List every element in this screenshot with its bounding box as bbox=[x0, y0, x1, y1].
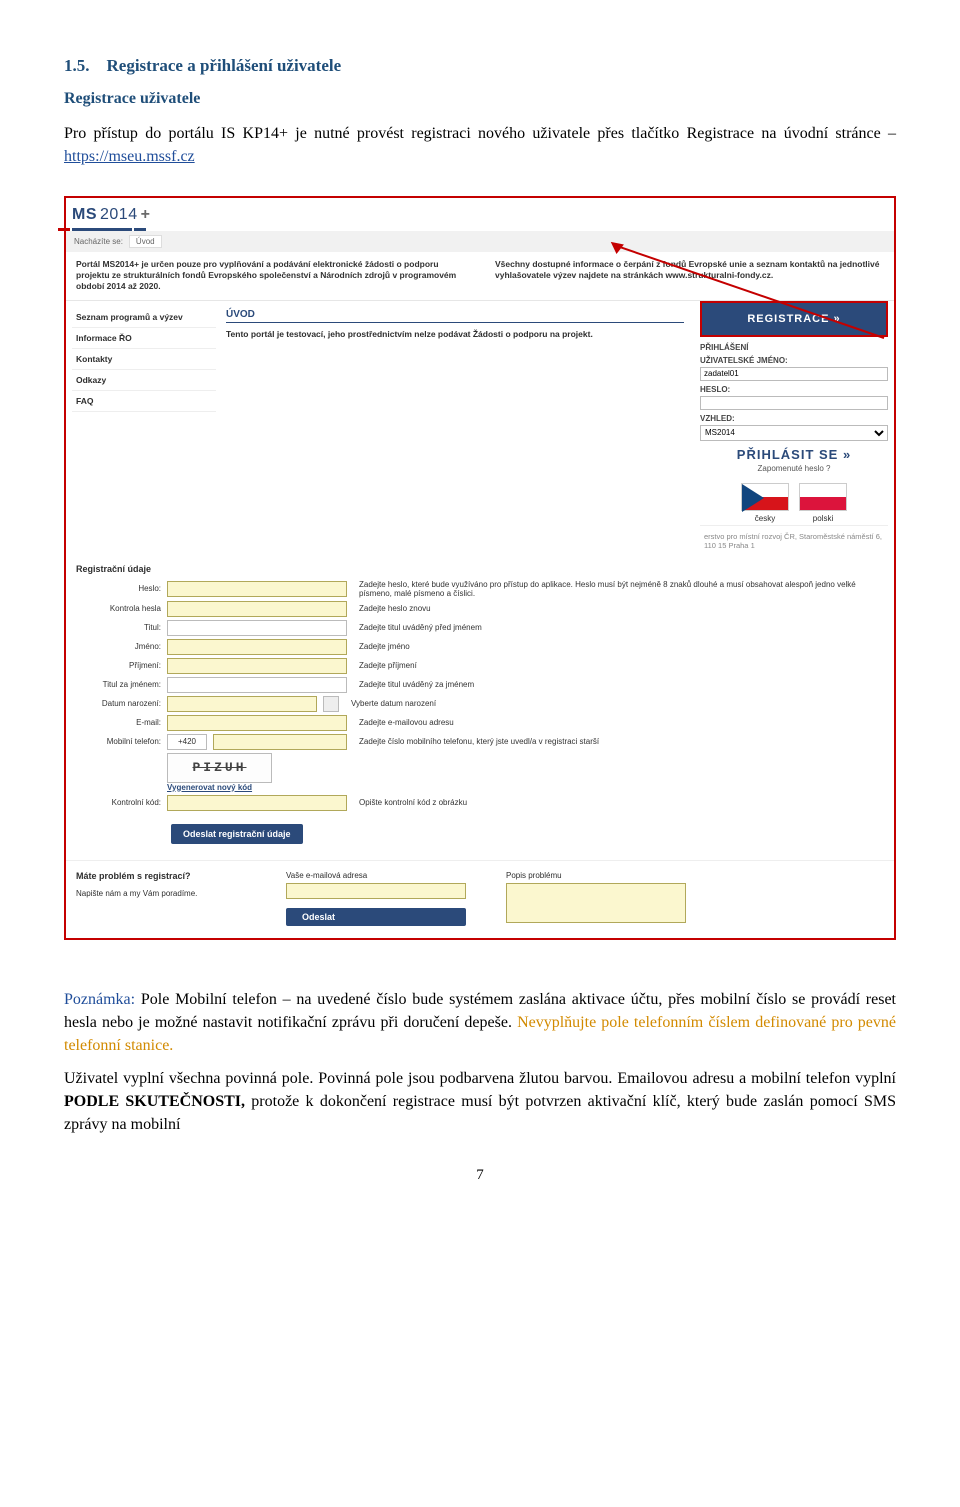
field-help: Zadejte titul uváděný za jménem bbox=[353, 680, 884, 689]
skin-label: VZHLED: bbox=[700, 414, 888, 423]
sidebar-item[interactable]: Kontakty bbox=[72, 349, 216, 370]
breadcrumb-value[interactable]: Úvod bbox=[129, 235, 162, 248]
title-after-field[interactable] bbox=[167, 677, 347, 693]
page-number: 7 bbox=[64, 1167, 896, 1184]
lang-polish-label: polski bbox=[813, 514, 833, 523]
problem-subtext: Napište nám a my Vám poradíme. bbox=[76, 889, 246, 898]
problem-email-input[interactable] bbox=[286, 883, 466, 899]
field-help: Zadejte číslo mobilního telefonu, který … bbox=[353, 737, 884, 746]
note-paragraph: Poznámka: Pole Mobilní telefon – na uved… bbox=[64, 988, 896, 1058]
lang-czech-label: česky bbox=[755, 514, 775, 523]
problem-heading: Máte problém s registrací? bbox=[76, 871, 246, 881]
field-help: Vyberte datum narození bbox=[345, 699, 884, 708]
password-field[interactable] bbox=[167, 581, 347, 597]
flag-polish-icon[interactable] bbox=[799, 483, 847, 511]
note-lead: Poznámka: bbox=[64, 991, 135, 1008]
field-label: E-mail: bbox=[76, 718, 161, 727]
email-field[interactable] bbox=[167, 715, 347, 731]
sidebar-item[interactable]: FAQ bbox=[72, 391, 216, 412]
field-label: Datum narození: bbox=[76, 699, 161, 708]
logo-plus: + bbox=[141, 206, 150, 224]
field-label: Kontrola hesla bbox=[76, 604, 161, 613]
submit-registration-button[interactable]: Odeslat registrační údaje bbox=[171, 824, 303, 844]
field-label: Titul: bbox=[76, 623, 161, 632]
logo-underline bbox=[72, 228, 132, 231]
field-help: Zadejte příjmení bbox=[353, 661, 884, 670]
field-label: Jméno: bbox=[76, 642, 161, 651]
login-panel-heading: PŘIHLÁŠENÍ bbox=[700, 343, 888, 352]
password-input[interactable] bbox=[700, 396, 888, 410]
intro-paragraph: Pro přístup do portálu IS KP14+ je nutné… bbox=[64, 122, 896, 168]
problem-desc-label: Popis problému bbox=[506, 871, 686, 880]
regenerate-captcha-link[interactable]: Vygenerovat nový kód bbox=[167, 783, 272, 792]
field-help: Zadejte heslo znovu bbox=[353, 604, 884, 613]
logo-text-ms: MS bbox=[72, 206, 97, 224]
lastname-field[interactable] bbox=[167, 658, 347, 674]
instr-strong: PODLE SKUTEČNOSTI, bbox=[64, 1093, 245, 1110]
problem-desc-input[interactable] bbox=[506, 883, 686, 923]
intro-right-text: Všechny dostupné informace o čerpání z f… bbox=[495, 259, 884, 292]
phone-prefix[interactable]: +420 bbox=[167, 734, 207, 750]
field-label: Titul za jménem: bbox=[76, 680, 161, 689]
regform-title: Registrační údaje bbox=[76, 564, 884, 574]
problem-email-label: Vaše e-mailová adresa bbox=[286, 871, 466, 880]
footer-address: erstvo pro místní rozvoj ČR, Staroměstsk… bbox=[700, 525, 888, 552]
main-info-text: Tento portál je testovací, jeho prostřed… bbox=[226, 329, 684, 339]
dob-field[interactable] bbox=[167, 696, 317, 712]
field-help: Zadejte jméno bbox=[353, 642, 884, 651]
username-label: UŽIVATELSKÉ JMÉNO: bbox=[700, 356, 888, 365]
intro-left-text: Portál MS2014+ je určen pouze pro vyplňo… bbox=[76, 259, 465, 292]
field-help: Zadejte heslo, které bude využíváno pro … bbox=[353, 580, 884, 598]
app-logo: MS 2014 + bbox=[66, 198, 894, 226]
portal-screenshot: MS 2014 + Nacházíte se: Úvod Portál MS20… bbox=[64, 196, 896, 939]
title-before-field[interactable] bbox=[167, 620, 347, 636]
send-problem-button[interactable]: Odeslat bbox=[286, 908, 466, 926]
phone-field[interactable] bbox=[213, 734, 347, 750]
side-menu: Seznam programů a výzev Informace ŘO Kon… bbox=[66, 301, 216, 556]
password-confirm-field[interactable] bbox=[167, 601, 347, 617]
portal-url-link[interactable]: https://mseu.mssf.cz bbox=[64, 148, 195, 165]
intro-text: Pro přístup do portálu IS KP14+ je nutné… bbox=[64, 125, 896, 142]
field-help: Zadejte e-mailovou adresu bbox=[353, 718, 884, 727]
skin-select[interactable]: MS2014 bbox=[700, 425, 888, 441]
sidebar-item[interactable]: Informace ŘO bbox=[72, 328, 216, 349]
main-heading-uvod: ÚVOD bbox=[226, 301, 684, 323]
field-label: Mobilní telefon: bbox=[76, 737, 161, 746]
section-heading: 1.5. Registrace a přihlášení uživatele bbox=[64, 56, 896, 76]
forgot-password-link[interactable]: Zapomenuté heslo ? bbox=[700, 464, 888, 473]
field-label: Kontrolní kód: bbox=[76, 798, 161, 807]
sidebar-item[interactable]: Odkazy bbox=[72, 370, 216, 391]
firstname-field[interactable] bbox=[167, 639, 347, 655]
password-label: HESLO: bbox=[700, 385, 888, 394]
registration-form: Registrační údaje Heslo: Zadejte heslo, k… bbox=[66, 556, 894, 860]
instr-a: Uživatel vyplní všechna povinná pole. Po… bbox=[64, 1070, 896, 1087]
login-button[interactable]: PŘIHLÁSIT SE » bbox=[700, 441, 888, 464]
breadcrumb-label: Nacházíte se: bbox=[74, 237, 123, 246]
instruction-paragraph: Uživatel vyplní všechna povinná pole. Po… bbox=[64, 1067, 896, 1137]
field-help: Opište kontrolní kód z obrázku bbox=[353, 798, 884, 807]
sidebar-item[interactable]: Seznam programů a výzev bbox=[72, 307, 216, 328]
field-label: Příjmení: bbox=[76, 661, 161, 670]
field-label: Heslo: bbox=[76, 584, 161, 593]
section-subheading: Registrace uživatele bbox=[64, 90, 896, 108]
calendar-icon[interactable] bbox=[323, 696, 339, 712]
captcha-code-field[interactable] bbox=[167, 795, 347, 811]
breadcrumb: Nacházíte se: Úvod bbox=[66, 231, 894, 252]
logo-text-year: 2014 bbox=[100, 206, 138, 224]
captcha-image: PIZUH bbox=[167, 753, 272, 783]
username-input[interactable] bbox=[700, 367, 888, 381]
field-help: Zadejte titul uváděný před jménem bbox=[353, 623, 884, 632]
flag-czech-icon[interactable] bbox=[741, 483, 789, 511]
